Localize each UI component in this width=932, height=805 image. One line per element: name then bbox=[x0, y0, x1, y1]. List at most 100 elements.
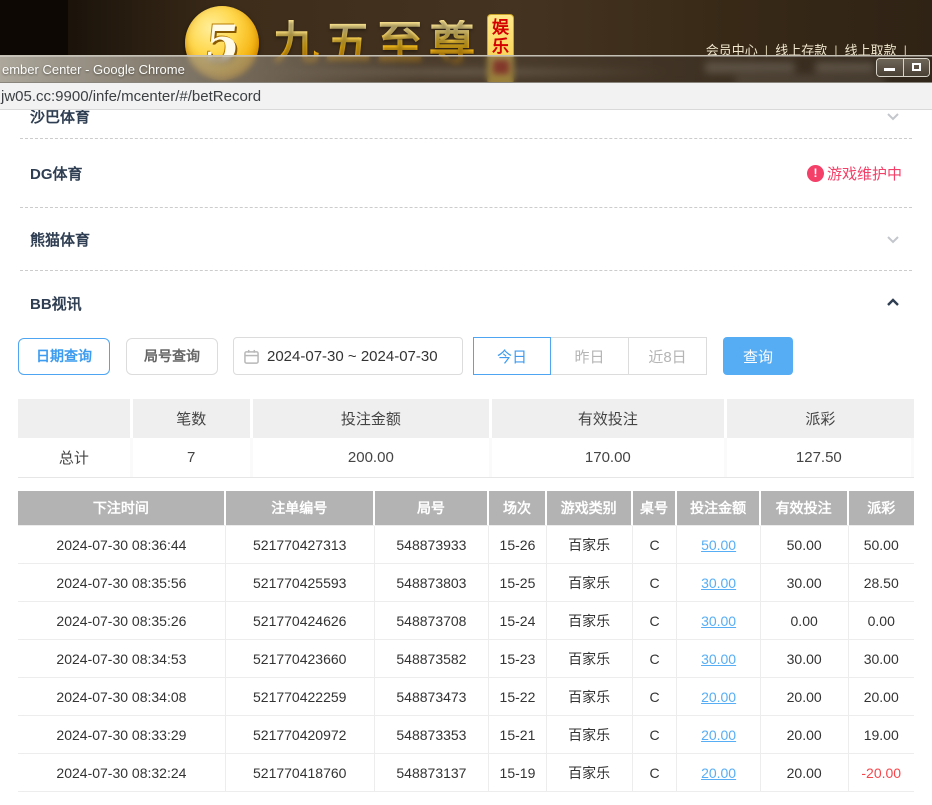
section-saba-sports[interactable]: 沙巴体育 bbox=[18, 110, 914, 138]
bet-header-cell: 有效投注 bbox=[761, 491, 849, 526]
bet-cell: 521770425593 bbox=[226, 564, 375, 602]
bet-cell: 20.00 bbox=[849, 678, 914, 716]
browser-popup-window: ember Center - Google Chrome jw05.cc:990… bbox=[0, 55, 932, 805]
bet-row: 2024-07-30 08:35:26521770424626548873708… bbox=[18, 602, 914, 640]
summary-value-cell: 总计 bbox=[18, 438, 133, 477]
window-titlebar[interactable]: ember Center - Google Chrome bbox=[0, 55, 932, 82]
bet-amount-link[interactable]: 20.00 bbox=[677, 716, 760, 754]
quick-today-button[interactable]: 今日 bbox=[473, 337, 551, 375]
bet-table-header-row: 下注时间注单编号局号场次游戏类别桌号投注金额有效投注派彩 bbox=[18, 491, 914, 526]
date-range-input[interactable]: 2024-07-30 ~ 2024-07-30 bbox=[233, 337, 463, 375]
bet-row: 2024-07-30 08:34:08521770422259548873473… bbox=[18, 678, 914, 716]
round-query-tab[interactable]: 局号查询 bbox=[126, 338, 218, 375]
bet-cell: C bbox=[633, 564, 678, 602]
bet-cell: 0.00 bbox=[761, 602, 849, 640]
summary-header-cell: 投注金额 bbox=[253, 399, 492, 438]
bet-cell: 521770424626 bbox=[226, 602, 375, 640]
bet-header-cell: 投注金额 bbox=[677, 491, 760, 526]
bet-cell: 15-21 bbox=[489, 716, 546, 754]
quick-8days-button[interactable]: 近8日 bbox=[629, 337, 707, 375]
bet-cell: 20.00 bbox=[761, 678, 849, 716]
summary-value-cell: 127.50 bbox=[727, 438, 914, 477]
minimize-icon bbox=[884, 68, 895, 71]
bet-cell: 15-23 bbox=[489, 640, 546, 678]
summary-value-cell: 7 bbox=[133, 438, 253, 477]
bet-cell: 30.00 bbox=[761, 564, 849, 602]
bet-cell: 2024-07-30 08:32:24 bbox=[18, 754, 226, 792]
bet-cell: 百家乐 bbox=[547, 526, 633, 564]
bet-cell: 521770422259 bbox=[226, 678, 375, 716]
bet-cell: C bbox=[633, 716, 678, 754]
bet-cell: 50.00 bbox=[849, 526, 914, 564]
summary-table: 笔数投注金额有效投注派彩 总计7200.00170.00127.50 bbox=[18, 399, 914, 478]
search-button[interactable]: 查询 bbox=[723, 337, 793, 375]
bet-amount-link[interactable]: 30.00 bbox=[677, 564, 760, 602]
bet-row: 2024-07-30 08:34:53521770423660548873582… bbox=[18, 640, 914, 678]
bet-cell: 2024-07-30 08:34:53 bbox=[18, 640, 226, 678]
bet-cell: 548873137 bbox=[375, 754, 490, 792]
bet-cell: 521770423660 bbox=[226, 640, 375, 678]
maximize-button[interactable] bbox=[903, 59, 929, 76]
summary-header-cell: 派彩 bbox=[727, 399, 914, 438]
maximize-icon bbox=[912, 63, 921, 71]
date-query-tab[interactable]: 日期查询 bbox=[18, 338, 110, 375]
bet-cell: 28.50 bbox=[849, 564, 914, 602]
bet-cell: 2024-07-30 08:34:08 bbox=[18, 678, 226, 716]
bet-amount-link[interactable]: 30.00 bbox=[677, 602, 760, 640]
bet-cell: -20.00 bbox=[849, 754, 914, 792]
bet-header-cell: 场次 bbox=[489, 491, 546, 526]
bet-cell: 2024-07-30 08:33:29 bbox=[18, 716, 226, 754]
bet-header-cell: 注单编号 bbox=[226, 491, 375, 526]
summary-total-row: 总计7200.00170.00127.50 bbox=[18, 438, 914, 477]
bet-header-cell: 局号 bbox=[375, 491, 490, 526]
bet-cell: 15-25 bbox=[489, 564, 546, 602]
bet-cell: 521770418760 bbox=[226, 754, 375, 792]
bet-cell: 548873708 bbox=[375, 602, 490, 640]
bet-cell: 百家乐 bbox=[547, 678, 633, 716]
maintenance-badge: ! 游戏维护中 bbox=[807, 163, 902, 184]
bet-cell: 15-26 bbox=[489, 526, 546, 564]
bet-amount-link[interactable]: 20.00 bbox=[677, 678, 760, 716]
filter-bar: 日期查询 局号查询 2024-07-30 ~ 2024-07-30 今日 昨日 … bbox=[18, 337, 914, 375]
summary-value-cell: 170.00 bbox=[492, 438, 727, 477]
bet-cell: 30.00 bbox=[849, 640, 914, 678]
bet-cell: 百家乐 bbox=[547, 564, 633, 602]
bet-amount-link[interactable]: 20.00 bbox=[677, 754, 760, 792]
bet-cell: 548873803 bbox=[375, 564, 490, 602]
bet-cell: 20.00 bbox=[761, 754, 849, 792]
bet-cell: 521770420972 bbox=[226, 716, 375, 754]
bet-cell: 20.00 bbox=[761, 716, 849, 754]
exclamation-icon: ! bbox=[807, 165, 824, 182]
bet-cell: C bbox=[633, 678, 678, 716]
bet-table-body: 2024-07-30 08:36:44521770427313548873933… bbox=[18, 526, 914, 792]
badge-char: 娱 bbox=[492, 18, 509, 37]
section-title: DG体育 bbox=[30, 163, 83, 184]
url-bar[interactable]: jw05.cc:9900/infe/mcenter/#/betRecord bbox=[0, 82, 932, 110]
bet-cell: 2024-07-30 08:35:56 bbox=[18, 564, 226, 602]
summary-header-cell: 有效投注 bbox=[492, 399, 727, 438]
quick-yesterday-button[interactable]: 昨日 bbox=[551, 337, 629, 375]
bet-cell: 百家乐 bbox=[547, 754, 633, 792]
bet-amount-link[interactable]: 30.00 bbox=[677, 640, 760, 678]
bet-cell: 百家乐 bbox=[547, 716, 633, 754]
bet-cell: 百家乐 bbox=[547, 602, 633, 640]
bet-row: 2024-07-30 08:35:56521770425593548873803… bbox=[18, 564, 914, 602]
bet-cell: 15-19 bbox=[489, 754, 546, 792]
bet-amount-link[interactable]: 50.00 bbox=[677, 526, 760, 564]
section-dg-sports[interactable]: DG体育 ! 游戏维护中 bbox=[18, 139, 914, 207]
bet-cell: 30.00 bbox=[761, 640, 849, 678]
minimize-button[interactable] bbox=[877, 59, 903, 76]
bet-cell: 521770427313 bbox=[226, 526, 375, 564]
section-panda-sports[interactable]: 熊猫体育 bbox=[18, 208, 914, 270]
section-title: 熊猫体育 bbox=[30, 229, 90, 250]
bet-records-table: 下注时间注单编号局号场次游戏类别桌号投注金额有效投注派彩 2024-07-30 … bbox=[18, 491, 914, 792]
bet-row: 2024-07-30 08:33:29521770420972548873353… bbox=[18, 716, 914, 754]
bet-cell: 548873933 bbox=[375, 526, 490, 564]
bet-cell: C bbox=[633, 526, 678, 564]
chevron-down-icon bbox=[884, 230, 902, 248]
url-text: jw05.cc:9900/infe/mcenter/#/betRecord bbox=[1, 88, 261, 105]
section-bb-video[interactable]: BB视讯 bbox=[18, 271, 914, 335]
screen: 5 九五至尊 娱 乐 会员中心|线上存款|线上取款| ember Center … bbox=[0, 0, 932, 805]
bet-cell: 2024-07-30 08:36:44 bbox=[18, 526, 226, 564]
bet-cell: C bbox=[633, 640, 678, 678]
